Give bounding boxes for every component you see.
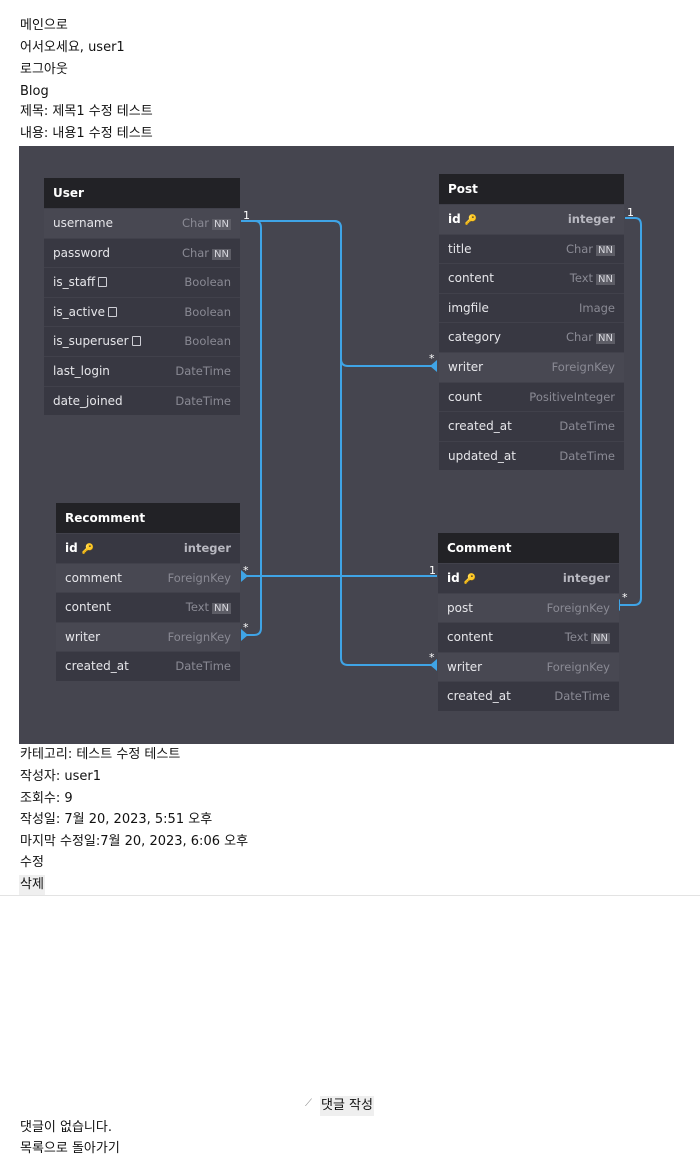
nn-badge: NN [212,219,231,230]
card-comment-one: 1 [429,564,436,577]
field-row: created_at DateTime [438,681,619,711]
relation-user-comment [241,220,437,666]
field-row: updated_at DateTime [439,440,624,471]
field-row: content Text NN [56,592,240,622]
delete-button[interactable]: 삭제 [19,875,45,895]
post-category: 카테고리: 테스트 수정 테스트 [20,747,181,762]
post-updated: 마지막 수정일:7월 20, 2023, 6:06 오후 [20,834,249,849]
table-recomment: Recomment id 🔑 integer comment ForeignKey c… [56,503,240,681]
post-title: 제목: 제목1 수정 테스트 [20,104,153,119]
nn-badge: NN [591,633,610,645]
card-post-one: 1 [627,206,634,219]
key-icon: 🔑 [464,215,478,226]
field-row: title Char NN [439,233,624,264]
nn-badge: NN [212,248,231,260]
relation-user-post [241,220,437,367]
table-post-header: Post [439,174,624,204]
divider [0,895,700,896]
card-recomment-comment-many: * [243,564,249,577]
key-icon: 🔑 [81,544,95,555]
post-views: 조회수: 9 [20,791,73,806]
table-user-header: User [44,178,240,208]
field-row: created_at DateTime [439,411,624,441]
nn-badge: NN [596,333,615,345]
back-to-list-link[interactable]: 목록으로 돌아가기 [20,1139,120,1159]
field-row: id 🔑 integer [56,533,240,563]
table-user: User username Char NN password Char NN is_st… [44,178,240,416]
card-comment-writer-many: * [429,651,435,664]
post-created: 작성일: 7월 20, 2023, 5:51 오후 [20,812,213,827]
table-post: Post id 🔑 integer title Char NN content Text N… [439,174,624,471]
table-comment-header: Comment [438,533,619,563]
erd-diagram-image: 1 1 1 * * * * * User username Char NN pass… [19,146,674,744]
field-row: count PositiveInteger [439,381,624,412]
field-row: writer ForeignKey [439,351,624,382]
field-row: writer ForeignKey [438,651,619,682]
field-row: comment ForeignKey [56,562,240,593]
field-row: username Char NN [44,208,240,238]
logout-link[interactable]: 로그아웃 [20,60,68,80]
field-row: category Char NN [439,322,624,352]
field-row: content Text NN [439,263,624,293]
post-content: 내용: 내용1 수정 테스트 [20,126,153,141]
card-comment-post-many: * [622,591,628,604]
main-link[interactable]: 메인으로 [20,16,68,36]
table-recomment-header: Recomment [56,503,240,533]
resize-grip-icon[interactable]: ⟋ [305,1098,317,1110]
nn-badge: NN [596,244,615,256]
field-row: last_login DateTime [44,355,240,386]
field-row: post ForeignKey [438,592,619,623]
note-icon [98,277,108,288]
field-row: is_superuser Boolean [44,326,240,356]
card-recomment-writer-many: * [243,621,249,634]
note-icon [108,306,118,317]
post-writer: 작성자: user1 [20,769,102,784]
card-post-many: * [429,352,435,365]
field-row: is_active Boolean [44,296,240,327]
field-row: imgfile Image [439,292,624,323]
edit-button[interactable]: 수정 [20,853,44,873]
nn-badge: NN [596,274,615,286]
note-icon [131,336,141,347]
key-icon: 🔑 [463,574,477,585]
field-row: id 🔑 integer [438,563,619,593]
field-row: is_staff Boolean [44,267,240,297]
card-user-one: 1 [243,209,250,222]
no-comments-text: 댓글이 없습니다. [20,1120,112,1135]
site-name: Blog [20,84,49,99]
welcome-text: 어서오세요, user1 [20,40,125,55]
field-row: writer ForeignKey [56,621,240,652]
field-row: password Char NN [44,237,240,268]
field-row: content Text NN [438,622,619,652]
field-row: id 🔑 integer [439,204,624,234]
submit-comment-button[interactable]: 댓글 작성 [320,1096,374,1116]
nn-badge: NN [212,603,231,615]
field-row: date_joined DateTime [44,385,240,416]
comment-textarea[interactable] [20,899,324,1118]
field-row: created_at DateTime [56,651,240,681]
table-comment: Comment id 🔑 integer post ForeignKey conten… [438,533,619,711]
